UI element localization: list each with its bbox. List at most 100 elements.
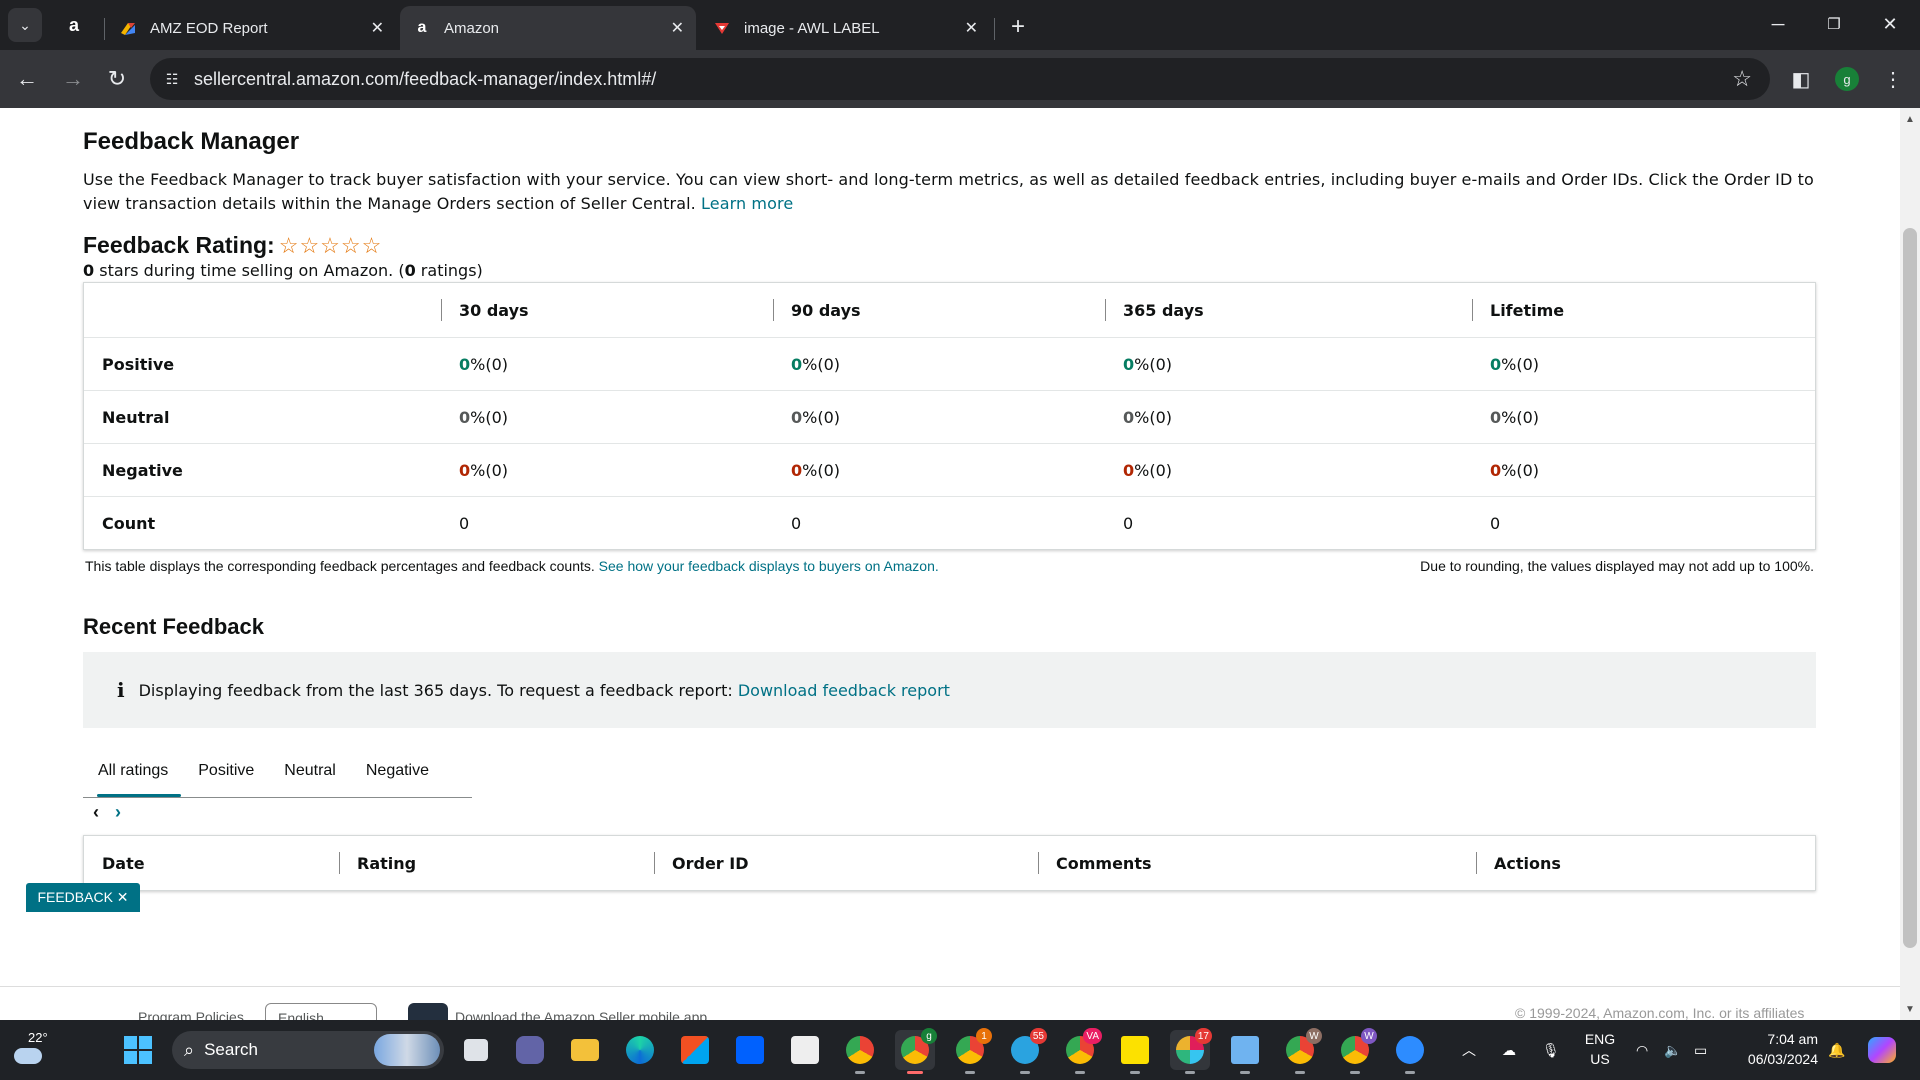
scroll-up-icon[interactable]: ▲ <box>1900 110 1920 128</box>
table-row-negative: Negative 0 %(0) 0 %(0) 0 %(0) 0 %(0) <box>84 443 1815 496</box>
clock-date: 06/03/2024 <box>1747 1051 1818 1067</box>
tab-title: image - AWL LABEL <box>744 19 880 37</box>
tab-amazon[interactable]: a Amazon ✕ <box>400 6 696 50</box>
notification-bell-icon[interactable]: 🔔 <box>1828 1020 1845 1080</box>
table-row-neutral: Neutral 0 %(0) 0 %(0) 0 %(0) 0 %(0) <box>84 390 1815 443</box>
feedback-metrics-table: 30 days 90 days 365 days Lifetime Positi… <box>83 282 1816 550</box>
page-scrollbar[interactable]: ▲ ▼ <box>1900 108 1920 1020</box>
recent-feedback-table-header: Date Rating Order ID Comments Actions <box>83 835 1816 891</box>
cell-value: 0 <box>791 354 803 374</box>
onedrive-icon[interactable]: ☁ <box>1502 1020 1516 1080</box>
chrome-profile-g-icon[interactable]: g <box>895 1028 937 1074</box>
feedback-display-link[interactable]: See how your feedback displays to buyers… <box>599 558 939 574</box>
program-policies-link[interactable]: Program Policies <box>138 1009 244 1020</box>
profile-button[interactable]: g <box>1830 62 1864 96</box>
reload-button[interactable]: ↻ <box>100 62 134 96</box>
chrome-icon[interactable] <box>840 1030 880 1074</box>
copilot-icon[interactable] <box>1868 1020 1896 1080</box>
minimize-button[interactable]: ─ <box>1754 8 1802 40</box>
amazon-app-icon[interactable] <box>785 1030 825 1070</box>
feedback-rating-title: Feedback Rating: <box>83 232 275 258</box>
feedback-button[interactable]: FEEDBACK ✕ <box>26 883 140 912</box>
new-tab-button[interactable]: + <box>1003 12 1033 42</box>
cell-suffix: %(0) <box>1134 407 1173 427</box>
pinned-tab-amazon[interactable]: a <box>56 8 92 42</box>
cell-value: 0 <box>459 460 471 480</box>
cell-value: 0 <box>791 460 803 480</box>
battery-icon[interactable]: ▭ <box>1694 1020 1707 1080</box>
task-view-icon[interactable] <box>456 1030 496 1070</box>
tab-search-button[interactable]: ⌄ <box>8 8 42 42</box>
volume-icon[interactable]: 🔈 <box>1664 1020 1681 1080</box>
chevron-left-icon[interactable]: ‹ <box>93 802 99 823</box>
site-info-icon[interactable]: ☷ <box>150 71 194 88</box>
close-window-button[interactable]: ✕ <box>1866 8 1914 40</box>
cell-suffix: %(0) <box>470 407 509 427</box>
running-indicator <box>1185 1071 1195 1074</box>
microsoft-store-icon[interactable] <box>675 1030 715 1070</box>
back-button[interactable]: ← <box>10 62 44 96</box>
forward-button[interactable]: → <box>56 62 90 96</box>
address-bar[interactable]: ☷ sellercentral.amazon.com/feedback-mana… <box>150 58 1770 100</box>
close-icon[interactable]: ✕ <box>965 18 978 38</box>
tab-positive[interactable]: Positive <box>183 744 269 798</box>
column-comments[interactable]: Comments <box>1038 836 1476 890</box>
microphone-icon[interactable]: 🎙 <box>1542 1020 1560 1080</box>
telegram-icon[interactable]: 55 <box>1005 1028 1047 1074</box>
url-text[interactable]: sellercentral.amazon.com/feedback-manage… <box>194 69 1732 90</box>
page-viewport: Feedback Manager Use the Feedback Manage… <box>0 108 1900 1020</box>
teams-meet-icon[interactable] <box>510 1030 550 1070</box>
tray-overflow-icon[interactable]: ︿ <box>1462 1020 1476 1080</box>
system-clock[interactable]: 7:04 am 06/03/2024 <box>1728 1029 1818 1069</box>
reload-icon: ↻ <box>107 66 127 91</box>
chrome-profile-w2-icon[interactable]: W <box>1335 1028 1377 1074</box>
wifi-icon[interactable]: ◠ <box>1636 1020 1648 1080</box>
zoom-icon[interactable] <box>1390 1030 1430 1074</box>
slack-icon[interactable]: 17 <box>1170 1028 1212 1074</box>
chrome-profile-va-icon[interactable]: VA <box>1060 1028 1102 1074</box>
scrollbar-thumb[interactable] <box>1903 228 1917 948</box>
taskbar-search[interactable]: ⌕ Search <box>172 1031 444 1069</box>
tab-amz-eod-report[interactable]: AMZ EOD Report ✕ <box>106 6 396 50</box>
cell-value: 0 <box>459 407 471 427</box>
file-explorer-icon[interactable] <box>565 1030 605 1070</box>
intro-text: Use the Feedback Manager to track buyer … <box>83 168 1816 216</box>
chrome-profile-1-icon[interactable]: 1 <box>950 1028 992 1074</box>
mobile-app-link[interactable]: Download the Amazon Seller mobile app <box>455 1009 707 1020</box>
chevron-right-icon[interactable]: › <box>115 802 121 823</box>
cell-suffix: %(0) <box>1134 354 1173 374</box>
side-panel-icon[interactable]: ◧ <box>1784 62 1818 96</box>
tab-negative[interactable]: Negative <box>351 744 444 798</box>
column-rating[interactable]: Rating <box>339 836 654 890</box>
tab-all-ratings[interactable]: All ratings <box>83 744 183 798</box>
running-indicator <box>1020 1071 1030 1074</box>
download-feedback-report-link[interactable]: Download feedback report <box>738 681 950 700</box>
notepad-icon[interactable] <box>1225 1030 1265 1074</box>
windows-start-icon[interactable] <box>124 1036 152 1064</box>
sticky-notes-icon[interactable] <box>1115 1030 1155 1074</box>
tab-neutral[interactable]: Neutral <box>269 744 351 798</box>
cell-value: 0 <box>1123 513 1134 533</box>
chrome-profile-w1-icon[interactable]: W <box>1280 1028 1322 1074</box>
bookmark-star-icon[interactable]: ☆ <box>1732 66 1752 92</box>
edge-icon[interactable] <box>620 1030 660 1070</box>
restore-button[interactable]: ❐ <box>1810 8 1858 40</box>
column-order-id[interactable]: Order ID <box>654 836 1038 890</box>
header-cell <box>84 283 441 337</box>
cell-value: 0 <box>1123 460 1135 480</box>
close-icon[interactable]: ✕ <box>671 18 684 38</box>
tab-awl-label[interactable]: image - AWL LABEL ✕ <box>700 6 990 50</box>
temperature: 22° <box>28 1030 48 1045</box>
scroll-down-icon[interactable]: ▼ <box>1900 1000 1920 1018</box>
dropbox-icon[interactable] <box>730 1030 770 1070</box>
column-date[interactable]: Date <box>84 836 339 890</box>
running-indicator <box>1295 1071 1305 1074</box>
input-language[interactable]: ENG US <box>1582 1029 1618 1069</box>
language-select[interactable]: English <box>265 1003 377 1020</box>
learn-more-link[interactable]: Learn more <box>701 194 793 213</box>
menu-kebab-icon[interactable]: ⋮ <box>1876 62 1910 96</box>
seller-app-icon <box>408 1003 448 1020</box>
search-placeholder: Search <box>204 1040 258 1059</box>
weather-widget[interactable]: 22° <box>12 1028 52 1072</box>
close-icon[interactable]: ✕ <box>371 18 384 38</box>
